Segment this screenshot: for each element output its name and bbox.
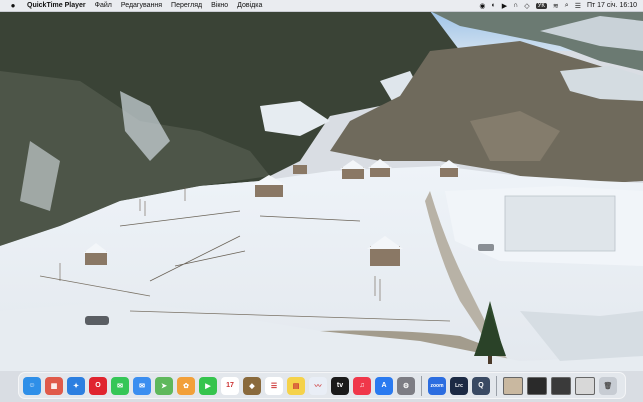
- menu-bar: ● QuickTime Player Файл Редагування Пере…: [0, 0, 643, 12]
- video-frame[interactable]: [0, 11, 643, 371]
- dock-quicktime-icon[interactable]: Q: [472, 376, 490, 395]
- dock-separator: [496, 375, 497, 396]
- dock-mail-icon[interactable]: ✉: [133, 376, 151, 395]
- dock-lightroom-icon[interactable]: Lrc: [450, 376, 468, 395]
- play-icon[interactable]: ▶: [502, 2, 507, 10]
- dock-messages-icon[interactable]: ✉: [111, 376, 129, 395]
- search-icon[interactable]: ⌕: [565, 2, 569, 10]
- dock-freeform-icon[interactable]: 〰: [309, 376, 327, 395]
- dock-calendar-icon[interactable]: 17: [221, 376, 239, 395]
- dropbox-icon[interactable]: ◇: [524, 2, 529, 10]
- dock-launchpad-icon[interactable]: ▦: [45, 376, 63, 395]
- dock-maps-icon[interactable]: ➤: [155, 376, 173, 395]
- dock-window-thumbnail[interactable]: [575, 376, 595, 395]
- dock-finder-icon[interactable]: ☺: [23, 376, 41, 395]
- dock-apple-tv-icon[interactable]: tv: [331, 376, 349, 395]
- wifi-icon[interactable]: ≋: [553, 2, 559, 10]
- dock-safari-icon[interactable]: ✦: [67, 376, 85, 395]
- dock-trash-icon[interactable]: 🗑: [599, 376, 617, 395]
- dock-notes-icon[interactable]: ▤: [287, 376, 305, 395]
- dock-window-thumbnail[interactable]: [551, 376, 571, 395]
- menu-file[interactable]: Файл: [95, 2, 112, 9]
- dock-reminders-icon[interactable]: ☰: [265, 376, 283, 395]
- dock-photos-icon[interactable]: ✿: [177, 376, 195, 395]
- dock-system-settings-icon[interactable]: ⚙: [397, 376, 415, 395]
- dock-window-thumbnail[interactable]: [503, 376, 523, 395]
- menu-view[interactable]: Перегляд: [171, 2, 202, 9]
- dock-music-icon[interactable]: ♫: [353, 376, 371, 395]
- datetime[interactable]: Пт 17 січ. 16:10: [587, 2, 637, 9]
- app-menu[interactable]: QuickTime Player: [27, 2, 86, 9]
- extension-icon[interactable]: ◐: [492, 2, 496, 9]
- keyboard-layout[interactable]: УК: [535, 2, 547, 9]
- dock-app-store-icon[interactable]: A: [375, 376, 393, 395]
- dock-tape-icon[interactable]: ◆: [243, 376, 261, 395]
- menu-edit[interactable]: Редагування: [121, 2, 162, 9]
- dock-separator: [421, 375, 422, 396]
- control-center-icon[interactable]: ☰: [575, 2, 581, 10]
- dock-window-thumbnail[interactable]: [527, 376, 547, 395]
- dock-opera-icon[interactable]: O: [89, 376, 107, 395]
- dock: ☺ ▦ ✦ O ✉ ✉ ➤ ✿ ▶ 17 ◆ ☰ ▤ 〰 tv ♫ A ⚙ zoom Lrc Q 🗑: [18, 372, 626, 399]
- dock-facetime-icon[interactable]: ▶: [199, 376, 217, 395]
- menu-window[interactable]: Вікно: [211, 2, 228, 9]
- headphones-icon[interactable]: ∩: [513, 2, 518, 9]
- screen-record-icon[interactable]: ◉: [479, 2, 485, 10]
- menu-help[interactable]: Довідка: [237, 2, 262, 9]
- status-area: ◉ ◐ ▶ ∩ ◇ УК ≋ ⌕ ☰ Пт 17 січ. 16:10: [479, 2, 637, 10]
- winter-village-image: [0, 11, 643, 371]
- dock-zoom-icon[interactable]: zoom: [428, 376, 446, 395]
- apple-menu-icon[interactable]: ●: [8, 1, 18, 10]
